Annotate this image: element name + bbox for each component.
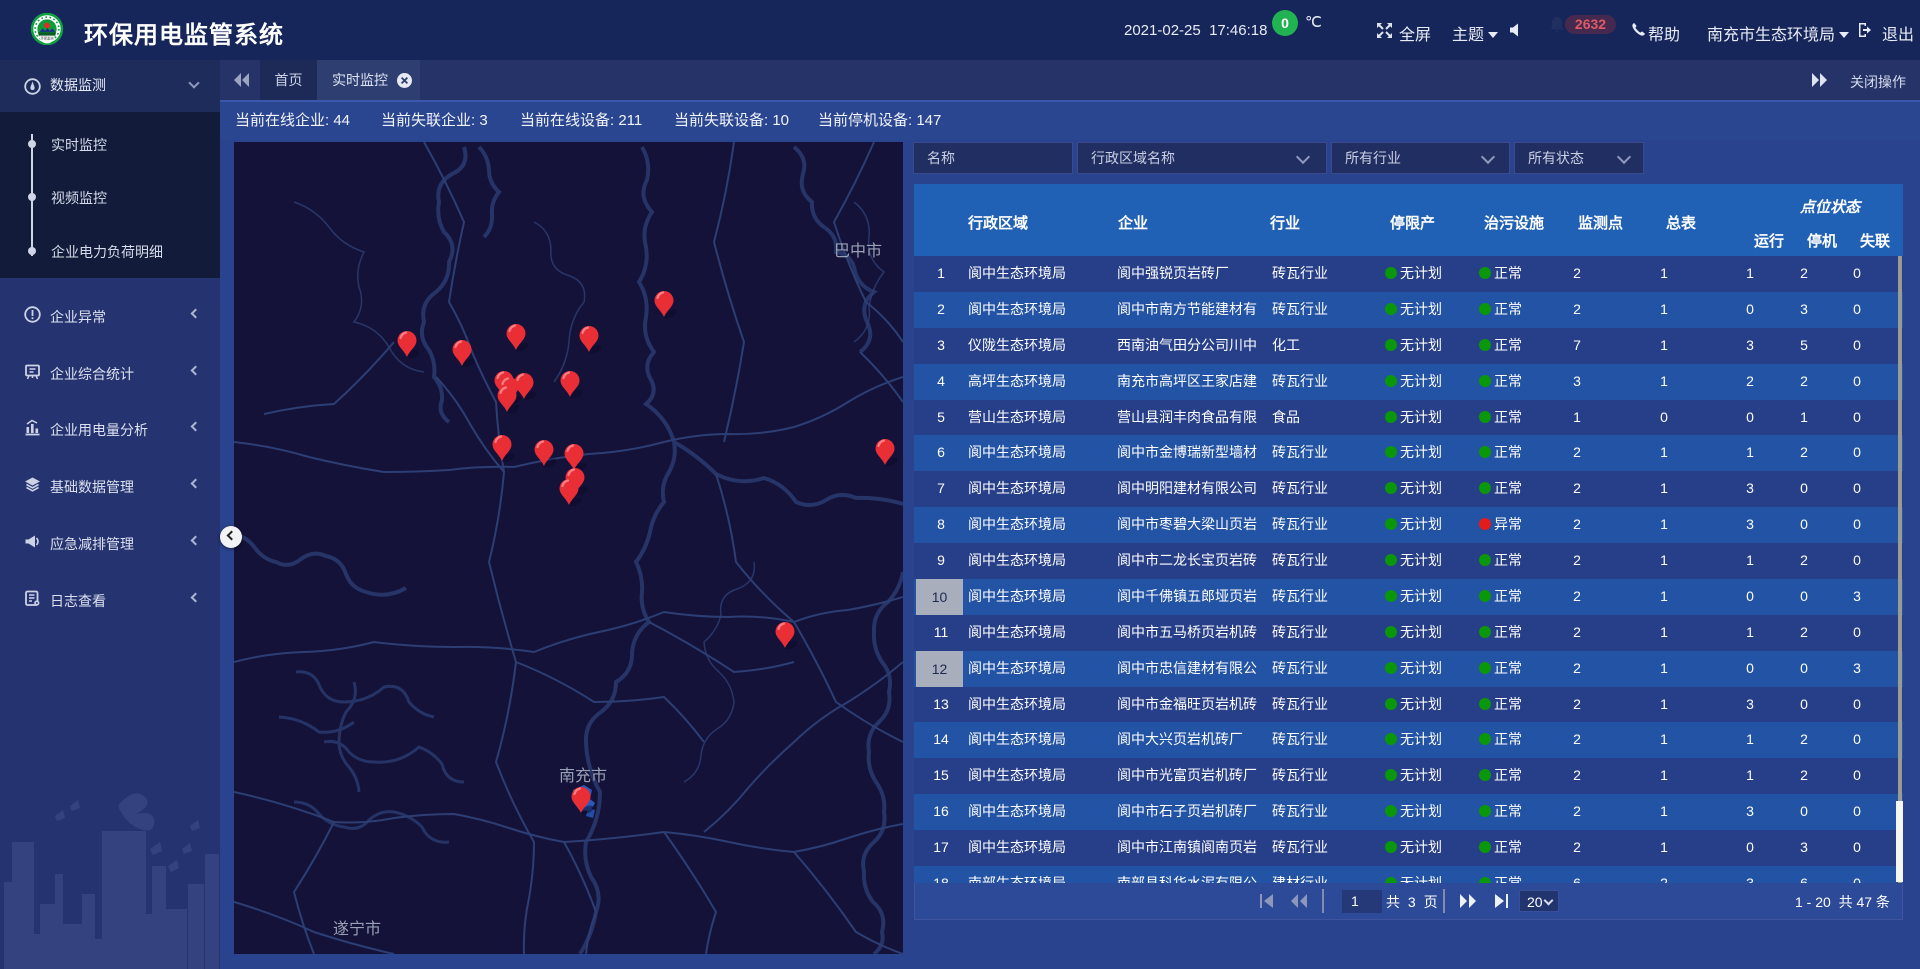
svg-text:环保监测: 环保监测	[41, 35, 54, 40]
